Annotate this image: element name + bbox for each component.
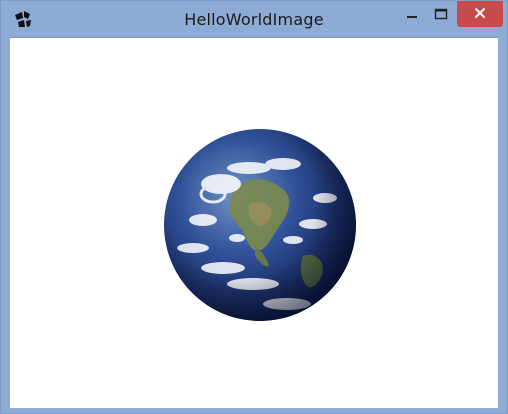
close-button[interactable] [457, 1, 503, 27]
minimize-icon [405, 6, 419, 25]
title-bar[interactable]: HelloWorldImage [1, 1, 507, 37]
maximize-button[interactable] [427, 1, 455, 29]
maximize-icon [434, 6, 448, 25]
app-window: HelloWorldImage [0, 0, 508, 414]
earth-globe-image [164, 129, 356, 321]
minimize-button[interactable] [397, 1, 427, 29]
window-client-area [10, 37, 498, 408]
close-icon [473, 5, 487, 24]
